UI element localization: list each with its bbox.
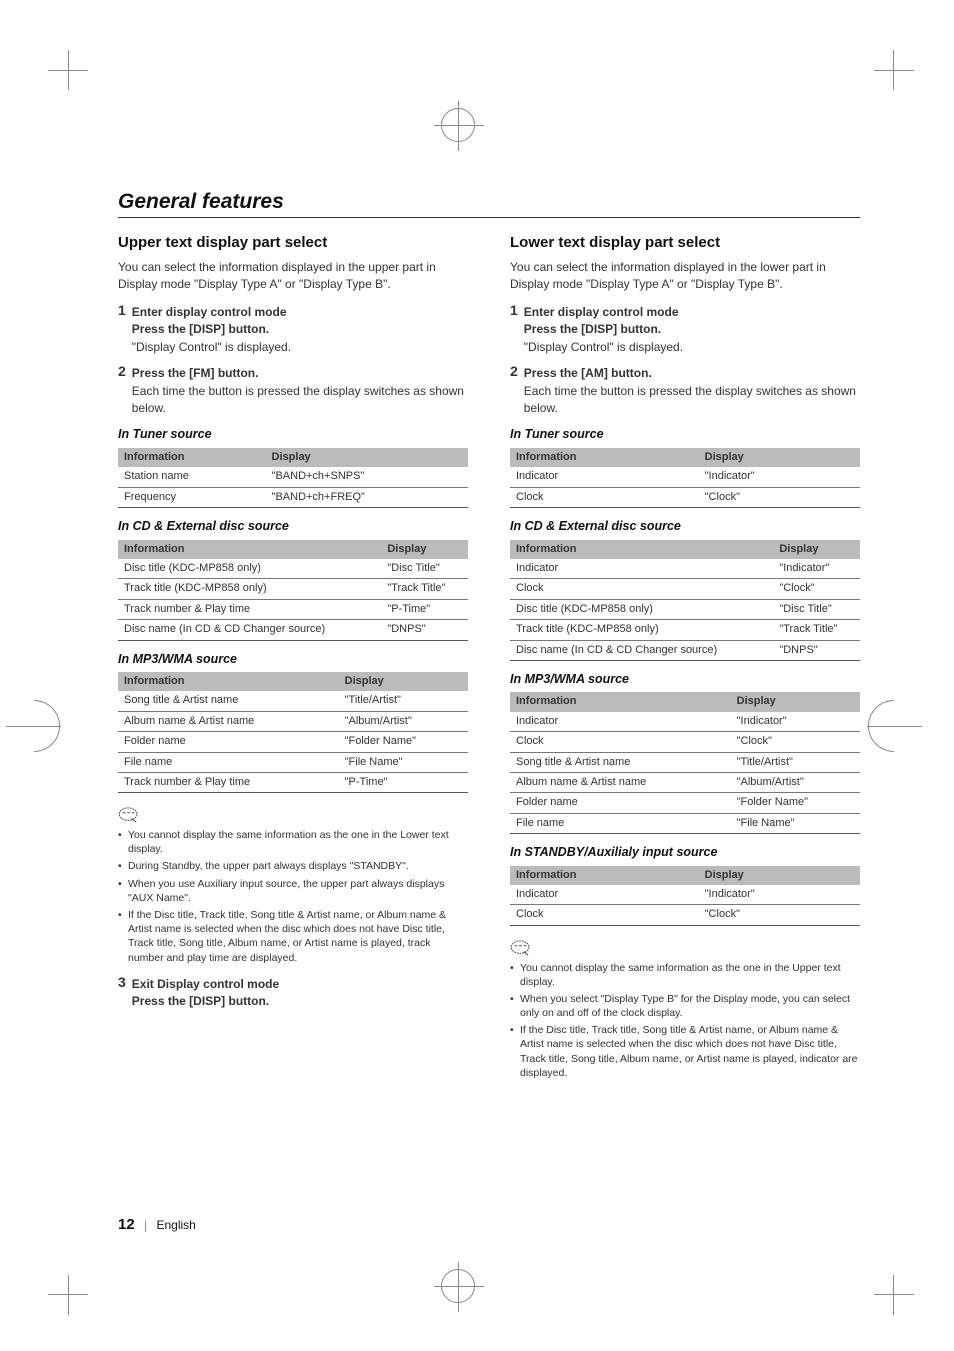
table-row: File name"File Name" — [118, 752, 468, 772]
table-title-mp3: In MP3/WMA source — [118, 651, 468, 669]
table-title-standby: In STANDBY/Auxilialy input source — [510, 844, 860, 862]
right-step-1: 1 Enter display control mode Press the [… — [510, 303, 860, 356]
th: Display — [731, 692, 860, 711]
left-step-2: 2 Press the [FM] button. Each time the b… — [118, 364, 468, 416]
note-item: If the Disc title, Track title, Song tit… — [118, 908, 468, 965]
th: Information — [510, 692, 731, 711]
note-icon — [118, 807, 140, 823]
step-line: Exit Display control mode — [132, 976, 279, 993]
table-row: File name"File Name" — [510, 813, 860, 833]
table-row: Clock"Clock" — [510, 487, 860, 507]
note-item: You cannot display the same information … — [510, 961, 860, 989]
step-line: Press the [DISP] button. — [132, 993, 279, 1010]
table-tuner-r: InformationDisplay Indicator"Indicator" … — [510, 448, 860, 508]
step-line: "Display Control" is displayed. — [524, 339, 683, 356]
table-row: Clock"Clock" — [510, 905, 860, 925]
right-heading: Lower text display part select — [510, 232, 860, 253]
table-title-mp3: In MP3/WMA source — [510, 671, 860, 689]
page-language: English — [157, 1218, 196, 1232]
table-row: Clock"Clock" — [510, 579, 860, 599]
table-row: Indicator"Indicator" — [510, 712, 860, 732]
table-row: Track number & Play time"P-Time" — [118, 599, 468, 619]
note-item: If the Disc title, Track title, Song tit… — [510, 1023, 860, 1080]
table-mp3: InformationDisplay Song title & Artist n… — [118, 672, 468, 793]
step-line: "Display Control" is displayed. — [132, 339, 291, 356]
table-row: Indicator"Indicator" — [510, 885, 860, 905]
table-row: Album name & Artist name"Album/Artist" — [510, 772, 860, 792]
table-row: Track title (KDC-MP858 only)"Track Title… — [118, 579, 468, 599]
table-row: Song title & Artist name"Title/Artist" — [118, 691, 468, 711]
th: Information — [118, 672, 339, 691]
note-icon — [510, 940, 532, 956]
step-number: 2 — [118, 364, 126, 416]
note-item: When you use Auxiliary input source, the… — [118, 877, 468, 905]
step-line: Enter display control mode — [132, 304, 291, 321]
th: Information — [118, 448, 266, 467]
th: Information — [510, 540, 773, 559]
table-row: Clock"Clock" — [510, 732, 860, 752]
table-row: Disc name (In CD & CD Changer source)"DN… — [118, 620, 468, 640]
step-line: Enter display control mode — [524, 304, 683, 321]
th: Information — [510, 448, 699, 467]
note-item: When you select "Display Type B" for the… — [510, 992, 860, 1020]
th: Display — [266, 448, 468, 467]
table-row: Station name"BAND+ch+SNPS" — [118, 467, 468, 487]
note-item: During Standby, the upper part always di… — [118, 859, 468, 873]
table-row: Album name & Artist name"Album/Artist" — [118, 711, 468, 731]
table-title-tuner: In Tuner source — [118, 426, 468, 444]
step-number: 2 — [510, 364, 518, 416]
step-line: Press the [DISP] button. — [132, 321, 291, 338]
th: Display — [381, 540, 468, 559]
th: Display — [699, 448, 860, 467]
th: Display — [773, 540, 860, 559]
table-cd: InformationDisplay Disc title (KDC-MP858… — [118, 540, 468, 641]
table-row: Disc name (In CD & CD Changer source)"DN… — [510, 640, 860, 660]
th: Information — [118, 540, 381, 559]
th: Display — [339, 672, 468, 691]
page-footer: 12 | English — [118, 1216, 196, 1233]
table-row: Frequency"BAND+ch+FREQ" — [118, 487, 468, 507]
note-item: You cannot display the same information … — [118, 828, 468, 856]
table-cd-r: InformationDisplay Indicator"Indicator" … — [510, 540, 860, 661]
step-number: 3 — [118, 975, 126, 1011]
step-line: Each time the button is pressed the disp… — [132, 383, 468, 417]
table-row: Indicator"Indicator" — [510, 467, 860, 487]
table-title-tuner: In Tuner source — [510, 426, 860, 444]
table-row: Disc title (KDC-MP858 only)"Disc Title" — [118, 559, 468, 579]
left-intro: You can select the information displayed… — [118, 259, 468, 293]
step-line: Press the [FM] button. — [132, 365, 468, 382]
left-column: Upper text display part select You can s… — [118, 232, 468, 1083]
left-heading: Upper text display part select — [118, 232, 468, 253]
right-intro: You can select the information displayed… — [510, 259, 860, 293]
footer-sep: | — [144, 1218, 147, 1232]
right-column: Lower text display part select You can s… — [510, 232, 860, 1083]
table-tuner: InformationDisplay Station name"BAND+ch+… — [118, 448, 468, 508]
table-row: Folder name"Folder Name" — [510, 793, 860, 813]
table-row: Folder name"Folder Name" — [118, 732, 468, 752]
table-row: Track number & Play time"P-Time" — [118, 772, 468, 792]
table-row: Indicator"Indicator" — [510, 559, 860, 579]
step-line: Press the [DISP] button. — [524, 321, 683, 338]
th: Information — [510, 866, 699, 885]
step-line: Press the [AM] button. — [524, 365, 860, 382]
table-standby-r: InformationDisplay Indicator"Indicator" … — [510, 866, 860, 926]
step-number: 1 — [510, 303, 518, 356]
table-mp3-r: InformationDisplay Indicator"Indicator" … — [510, 692, 860, 834]
right-notes: You cannot display the same information … — [510, 961, 860, 1080]
left-step-3: 3 Exit Display control mode Press the [D… — [118, 975, 468, 1011]
table-row: Disc title (KDC-MP858 only)"Disc Title" — [510, 599, 860, 619]
step-number: 1 — [118, 303, 126, 356]
page-number: 12 — [118, 1216, 135, 1233]
left-step-1: 1 Enter display control mode Press the [… — [118, 303, 468, 356]
left-notes: You cannot display the same information … — [118, 828, 468, 965]
table-title-cd: In CD & External disc source — [118, 518, 468, 536]
table-row: Song title & Artist name"Title/Artist" — [510, 752, 860, 772]
page-content: General features Upper text display part… — [118, 190, 860, 1083]
section-title: General features — [118, 190, 860, 218]
th: Display — [699, 866, 860, 885]
step-line: Each time the button is pressed the disp… — [524, 383, 860, 417]
table-title-cd: In CD & External disc source — [510, 518, 860, 536]
table-row: Track title (KDC-MP858 only)"Track Title… — [510, 620, 860, 640]
right-step-2: 2 Press the [AM] button. Each time the b… — [510, 364, 860, 416]
